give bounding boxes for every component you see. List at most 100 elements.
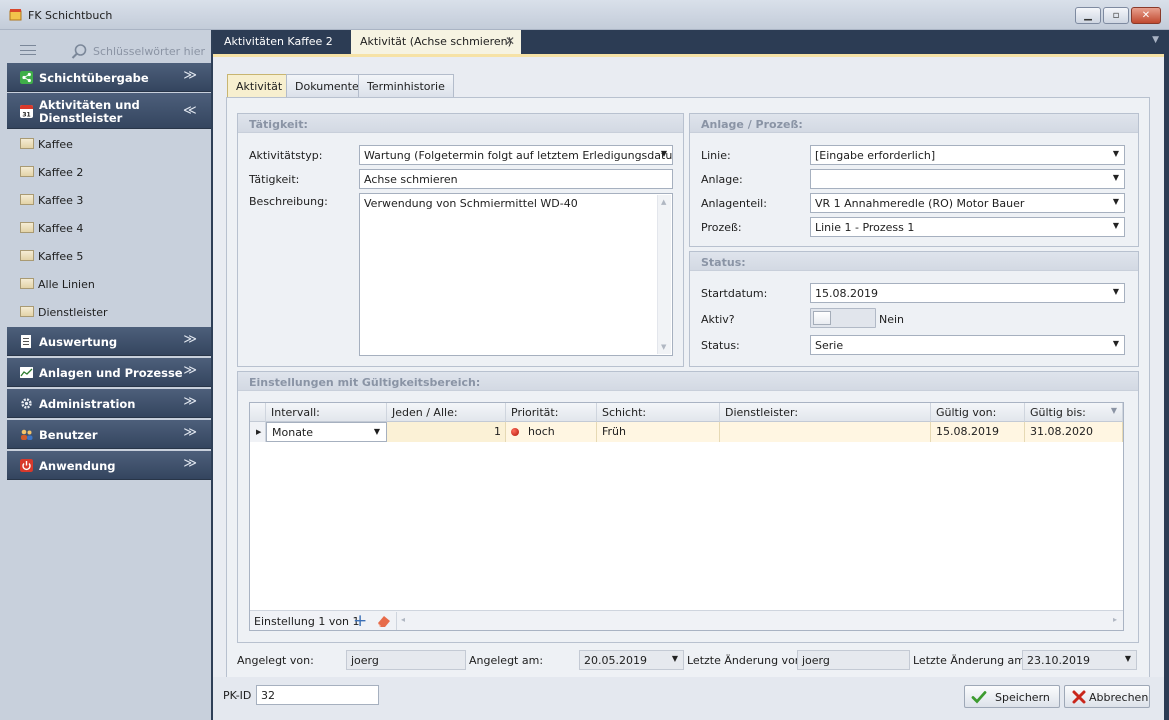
- linie-label: Linie:: [701, 149, 731, 162]
- sidebar-group-benutzer[interactable]: Benutzer ≫: [7, 420, 211, 449]
- column-header-prioritaet[interactable]: Priorität:: [506, 403, 597, 422]
- doc-tab-aktivitaeten-kaffee-2[interactable]: Aktivitäten Kaffee 2: [213, 30, 351, 54]
- report-icon: [21, 335, 31, 348]
- beschreibung-textarea[interactable]: Verwendung von Schmiermittel WD-40 ▲ ▼: [359, 193, 673, 356]
- tab-label: Dokumente: [295, 80, 359, 93]
- sidebar-item-label: Kaffee 3: [38, 194, 84, 207]
- close-button[interactable]: ✕: [1131, 7, 1161, 24]
- sidebar-group-aktivitaeten[interactable]: 31 Aktivitäten und Dienstleister ≫: [7, 93, 211, 129]
- startdatum-picker[interactable]: 15.08.2019 ▼: [810, 283, 1125, 303]
- dropdown-arrow-icon: ▼: [671, 654, 678, 663]
- doc-tab-aktivitaet-achse-schmieren[interactable]: Aktivität (Achse schmieren) ✕: [351, 30, 521, 54]
- column-header-jeden[interactable]: Jeden / Alle:: [387, 403, 506, 422]
- sidebar-item-kaffee[interactable]: Kaffee: [7, 130, 211, 158]
- status-select[interactable]: Serie ▼: [810, 335, 1125, 355]
- startdatum-value: 15.08.2019: [815, 287, 878, 300]
- sidebar-group-label: Aktivitäten und Dienstleister: [39, 98, 140, 125]
- status-value: Serie: [815, 339, 844, 352]
- sidebar-group-administration[interactable]: Administration ≫: [7, 389, 211, 418]
- table-cell-intervall[interactable]: Monate ▼: [266, 422, 387, 442]
- main-area: Aktivitäten Kaffee 2 Aktivität (Achse sc…: [213, 30, 1169, 720]
- tab-aktivitaet[interactable]: Aktivität: [227, 74, 292, 97]
- bottom-bar: PK-ID 32 Speichern Abbrechen: [213, 677, 1164, 720]
- anlagenteil-select[interactable]: VR 1 Annahmeredle (RO) Motor Bauer ▼: [810, 193, 1125, 213]
- taetigkeit-input[interactable]: Achse schmieren: [359, 169, 673, 189]
- sidebar-item-label: Kaffee 5: [38, 250, 84, 263]
- linie-select[interactable]: [Eingabe erforderlich] ▼: [810, 145, 1125, 165]
- status-group: Status: Startdatum: 15.08.2019 ▼ Aktiv? N…: [689, 251, 1139, 367]
- window-title: FK Schichtbuch: [28, 9, 113, 22]
- sidebar-item-kaffee-4[interactable]: Kaffee 4: [7, 214, 211, 242]
- vertical-scrollbar[interactable]: ▲ ▼: [657, 195, 671, 354]
- group-title: Einstellungen mit Gültigkeitsbereich:: [238, 372, 1138, 391]
- prozess-select[interactable]: Linie 1 - Prozess 1 ▼: [810, 217, 1125, 237]
- table-cell-gueltig-von[interactable]: 15.08.2019: [931, 422, 1025, 442]
- chart-icon: [20, 367, 33, 378]
- table-cell-jeden[interactable]: 1: [387, 422, 506, 442]
- column-header-dienstleister[interactable]: Dienstleister:: [720, 403, 931, 422]
- scroll-down-icon[interactable]: ▼: [661, 343, 666, 351]
- startdatum-label: Startdatum:: [701, 287, 768, 300]
- cancel-button[interactable]: Abbrechen: [1064, 685, 1150, 708]
- chevron-double-up-icon: ≫: [183, 102, 197, 117]
- minimize-button[interactable]: ▁: [1075, 7, 1101, 24]
- column-header-schicht[interactable]: Schicht:: [597, 403, 720, 422]
- sidebar-item-kaffee-3[interactable]: Kaffee 3: [7, 186, 211, 214]
- group-title: Anlage / Prozeß:: [690, 114, 1138, 133]
- filter-icon[interactable]: ▼: [1111, 406, 1117, 415]
- priority-high-icon: [511, 428, 519, 436]
- sidebar-group-schichtuebergabe[interactable]: Schichtübergabe ≫: [7, 63, 211, 92]
- angelegt-am-value: 20.05.2019: [584, 654, 647, 667]
- dropdown-arrow-icon: ▼: [1112, 149, 1119, 158]
- column-header-intervall[interactable]: Intervall:: [266, 403, 387, 422]
- tabs-dropdown-icon[interactable]: ▼: [1152, 35, 1159, 45]
- list-icon: [20, 306, 34, 317]
- tab-dokumente[interactable]: Dokumente: [286, 74, 368, 97]
- aktivitaetstyp-label: Aktivitätstyp:: [249, 149, 323, 162]
- sidebar-group-anlagen[interactable]: Anlagen und Prozesse ≫: [7, 358, 211, 387]
- sidebar-item-label: Kaffee 4: [38, 222, 84, 235]
- table-cell-dienstleister[interactable]: [720, 422, 931, 442]
- tab-terminhistorie[interactable]: Terminhistorie: [358, 74, 454, 97]
- aktivitaetstyp-value: Wartung (Folgetermin folgt auf letztem E…: [364, 149, 673, 162]
- tab-label: Terminhistorie: [367, 80, 445, 93]
- dropdown-arrow-icon: ▼: [1112, 287, 1119, 296]
- title-bar: FK Schichtbuch ▁ ▫ ✕: [0, 0, 1169, 30]
- aktiv-toggle[interactable]: [810, 308, 876, 328]
- close-tab-icon[interactable]: ✕: [505, 34, 515, 48]
- table-cell-gueltig-bis[interactable]: 31.08.2020: [1025, 422, 1123, 442]
- scroll-up-icon[interactable]: ▲: [661, 198, 666, 206]
- toggle-knob: [813, 311, 831, 325]
- sidebar-item-kaffee-2[interactable]: Kaffee 2: [7, 158, 211, 186]
- angelegt-am-field: 20.05.2019 ▼: [579, 650, 684, 670]
- sidebar-item-label: Kaffee: [38, 138, 73, 151]
- pk-id-field[interactable]: 32: [256, 685, 379, 705]
- cancel-x-icon: [1072, 690, 1086, 704]
- menu-icon[interactable]: [20, 45, 36, 55]
- anlage-select[interactable]: ▼: [810, 169, 1125, 189]
- save-button[interactable]: Speichern: [964, 685, 1060, 708]
- add-row-icon[interactable]: +: [353, 611, 367, 631]
- row-indicator[interactable]: ▶: [250, 422, 266, 442]
- sidebar-item-alle-linien[interactable]: Alle Linien: [7, 270, 211, 298]
- sidebar-item-dienstleister[interactable]: Dienstleister: [7, 298, 211, 326]
- search-input[interactable]: [93, 41, 205, 61]
- sidebar-group-auswertung[interactable]: Auswertung ≫: [7, 327, 211, 356]
- sidebar-item-kaffee-5[interactable]: Kaffee 5: [7, 242, 211, 270]
- list-icon: [20, 250, 34, 261]
- sidebar-group-anwendung[interactable]: Anwendung ≫: [7, 451, 211, 480]
- table-cell-prioritaet[interactable]: hoch: [506, 422, 597, 442]
- column-header-gueltig-bis[interactable]: Gültig bis: ▼: [1025, 403, 1123, 422]
- beschreibung-label: Beschreibung:: [249, 195, 328, 208]
- aktivitaetstyp-select[interactable]: Wartung (Folgetermin folgt auf letztem E…: [359, 145, 673, 165]
- column-header-gueltig-von[interactable]: Gültig von:: [931, 403, 1025, 422]
- eraser-icon[interactable]: [376, 614, 392, 628]
- scroll-right-icon[interactable]: ▸: [1113, 615, 1117, 624]
- svg-text:31: 31: [22, 112, 30, 119]
- scroll-left-icon[interactable]: ◂: [401, 615, 405, 624]
- taetigkeit-value: Achse schmieren: [364, 173, 458, 186]
- maximize-button[interactable]: ▫: [1103, 7, 1129, 24]
- letzte-aenderung-am-value: 23.10.2019: [1027, 654, 1090, 667]
- table-cell-schicht[interactable]: Früh: [597, 422, 720, 442]
- save-button-label: Speichern: [995, 691, 1050, 704]
